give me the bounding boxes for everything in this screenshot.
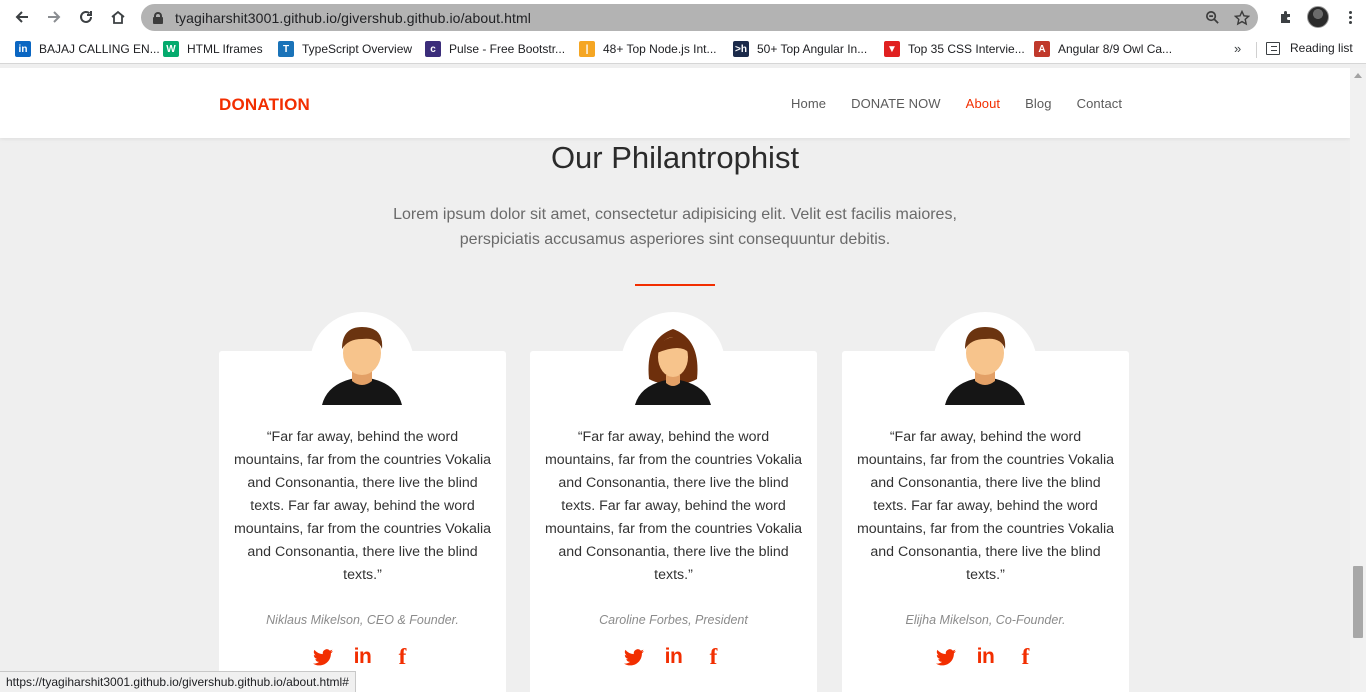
tutorialspoint-icon: T	[278, 41, 294, 57]
bookmark-label: HTML Iframes	[187, 42, 263, 56]
nav-link-blog[interactable]: Blog	[1025, 96, 1051, 111]
home-button[interactable]	[102, 0, 134, 34]
bookmark-item[interactable]: W HTML Iframes	[163, 41, 263, 57]
bookmark-item[interactable]: >h 50+ Top Angular In...	[733, 41, 867, 57]
profile-button[interactable]	[1302, 0, 1334, 34]
nav-link-contact[interactable]: Contact	[1077, 96, 1123, 111]
male-avatar-icon	[310, 312, 414, 416]
forward-arrow-icon	[48, 11, 61, 23]
nav-link-home[interactable]: Home	[791, 96, 826, 111]
bookmark-label: BAJAJ CALLING EN...	[39, 42, 160, 56]
nav-link-donate-now[interactable]: DONATE NOW	[851, 96, 941, 111]
testimonial-quote: “Far far away, behind the word mountains…	[233, 429, 492, 583]
testimonial-author: Niklaus Mikelson, CEO & Founder.	[266, 613, 459, 627]
back-arrow-icon	[15, 11, 28, 23]
kebab-menu-icon	[1348, 10, 1352, 24]
scrollbar-thumb[interactable]	[1353, 566, 1363, 638]
facebook-icon[interactable]: f	[392, 644, 414, 669]
bar-chart-icon: |	[579, 41, 595, 57]
main-menu: Home DONATE NOW About Blog Contact	[791, 96, 1147, 111]
bookmark-star-icon[interactable]	[1234, 9, 1250, 26]
reading-list-label: Reading list	[1290, 41, 1353, 55]
linkedin-icon[interactable]: in	[975, 645, 997, 668]
bookmark-item[interactable]: A Angular 8/9 Owl Ca...	[1034, 41, 1172, 57]
reload-icon	[80, 10, 92, 23]
bookmark-label: TypeScript Overview	[302, 42, 413, 56]
w3schools-icon: W	[163, 41, 179, 57]
triangle-icon: ▼	[884, 41, 900, 57]
social-links: in f	[219, 644, 506, 669]
testimonial-card: “Far far away, behind the word mountains…	[530, 312, 817, 692]
zoom-icon[interactable]	[1205, 10, 1220, 25]
page-scrollbar[interactable]	[1350, 68, 1366, 692]
testimonial-author: Elijha Mikelson, Co-Founder.	[905, 613, 1066, 627]
testimonial-quote: “Far far away, behind the word mountains…	[544, 429, 803, 583]
avatar	[1307, 6, 1329, 28]
therichpost-icon: A	[1034, 41, 1050, 57]
extensions-button[interactable]	[1270, 0, 1302, 34]
site-navbar: DONATION Home DONATE NOW About Blog Contact	[0, 68, 1350, 138]
forward-button[interactable]	[38, 0, 70, 34]
puzzle-icon	[1281, 11, 1290, 23]
bookmark-label: Top 35 CSS Intervie...	[908, 42, 1025, 56]
twitter-icon[interactable]	[623, 646, 645, 668]
linkedin-icon: in	[15, 41, 31, 57]
social-links: in f	[842, 644, 1129, 669]
page-viewport: DONATION Home DONATE NOW About Blog Contact …	[0, 68, 1350, 692]
lock-icon[interactable]	[153, 11, 163, 24]
nav-link-about[interactable]: About	[966, 96, 1000, 111]
linkedin-icon[interactable]: in	[663, 645, 685, 668]
title-divider	[635, 284, 715, 286]
bookmark-label: 48+ Top Node.js Int...	[603, 42, 717, 56]
scroll-up-arrow-icon[interactable]	[1354, 73, 1362, 78]
bookmark-item[interactable]: in BAJAJ CALLING EN...	[15, 41, 160, 57]
section-lead: Lorem ipsum dolor sit amet, consectetur …	[393, 206, 957, 248]
section-title: Our Philantrophist	[550, 140, 800, 175]
back-button[interactable]	[6, 0, 38, 34]
bookmarks-separator	[1256, 42, 1257, 58]
bookmark-item[interactable]: T TypeScript Overview	[278, 41, 412, 57]
reading-list-icon	[1266, 41, 1280, 55]
testimonial-quote: “Far far away, behind the word mountains…	[856, 429, 1115, 583]
testimonial-author: Caroline Forbes, President	[599, 613, 748, 627]
facebook-icon[interactable]: f	[703, 644, 725, 669]
linkedin-icon[interactable]: in	[352, 645, 374, 668]
male-avatar-icon	[933, 312, 1037, 416]
bookmark-label: Angular 8/9 Owl Ca...	[1058, 42, 1173, 56]
status-bar-url: https://tyagiharshit3001.github.io/giver…	[0, 671, 356, 692]
social-links: in f	[530, 644, 817, 669]
facebook-icon[interactable]: f	[1015, 644, 1037, 669]
twitter-icon[interactable]	[312, 646, 334, 668]
female-avatar-icon	[621, 312, 725, 416]
reload-button[interactable]	[70, 0, 102, 34]
reading-list-button[interactable]: Reading list	[1266, 41, 1353, 55]
home-icon	[111, 10, 125, 24]
bookmarks-bar: in BAJAJ CALLING EN... W HTML Iframes T TypeS…	[0, 34, 1366, 64]
hackr-icon: >h	[733, 41, 749, 57]
bookmark-item[interactable]: ▼ Top 35 CSS Intervie...	[884, 41, 1025, 57]
address-bar[interactable]: tyagiharshit3001.github.io/givershub.git…	[141, 4, 1258, 31]
bookmark-item[interactable]: c Pulse - Free Bootstr...	[425, 41, 565, 57]
brand-logo[interactable]: DONATION	[219, 95, 310, 115]
colorlib-icon: c	[425, 41, 441, 57]
browser-toolbar: tyagiharshit3001.github.io/givershub.git…	[0, 0, 1366, 34]
url-text[interactable]: tyagiharshit3001.github.io/givershub.git…	[175, 10, 531, 26]
twitter-icon[interactable]	[935, 646, 957, 668]
bookmark-label: 50+ Top Angular In...	[757, 42, 868, 56]
bookmark-label: Pulse - Free Bootstr...	[449, 42, 566, 56]
testimonial-card: “Far far away, behind the word mountains…	[219, 312, 506, 692]
testimonial-card: “Far far away, behind the word mountains…	[842, 312, 1129, 692]
bookmark-item[interactable]: | 48+ Top Node.js Int...	[579, 41, 717, 57]
bookmarks-overflow-button[interactable]: »	[1234, 41, 1241, 56]
browser-menu-button[interactable]	[1334, 0, 1366, 34]
